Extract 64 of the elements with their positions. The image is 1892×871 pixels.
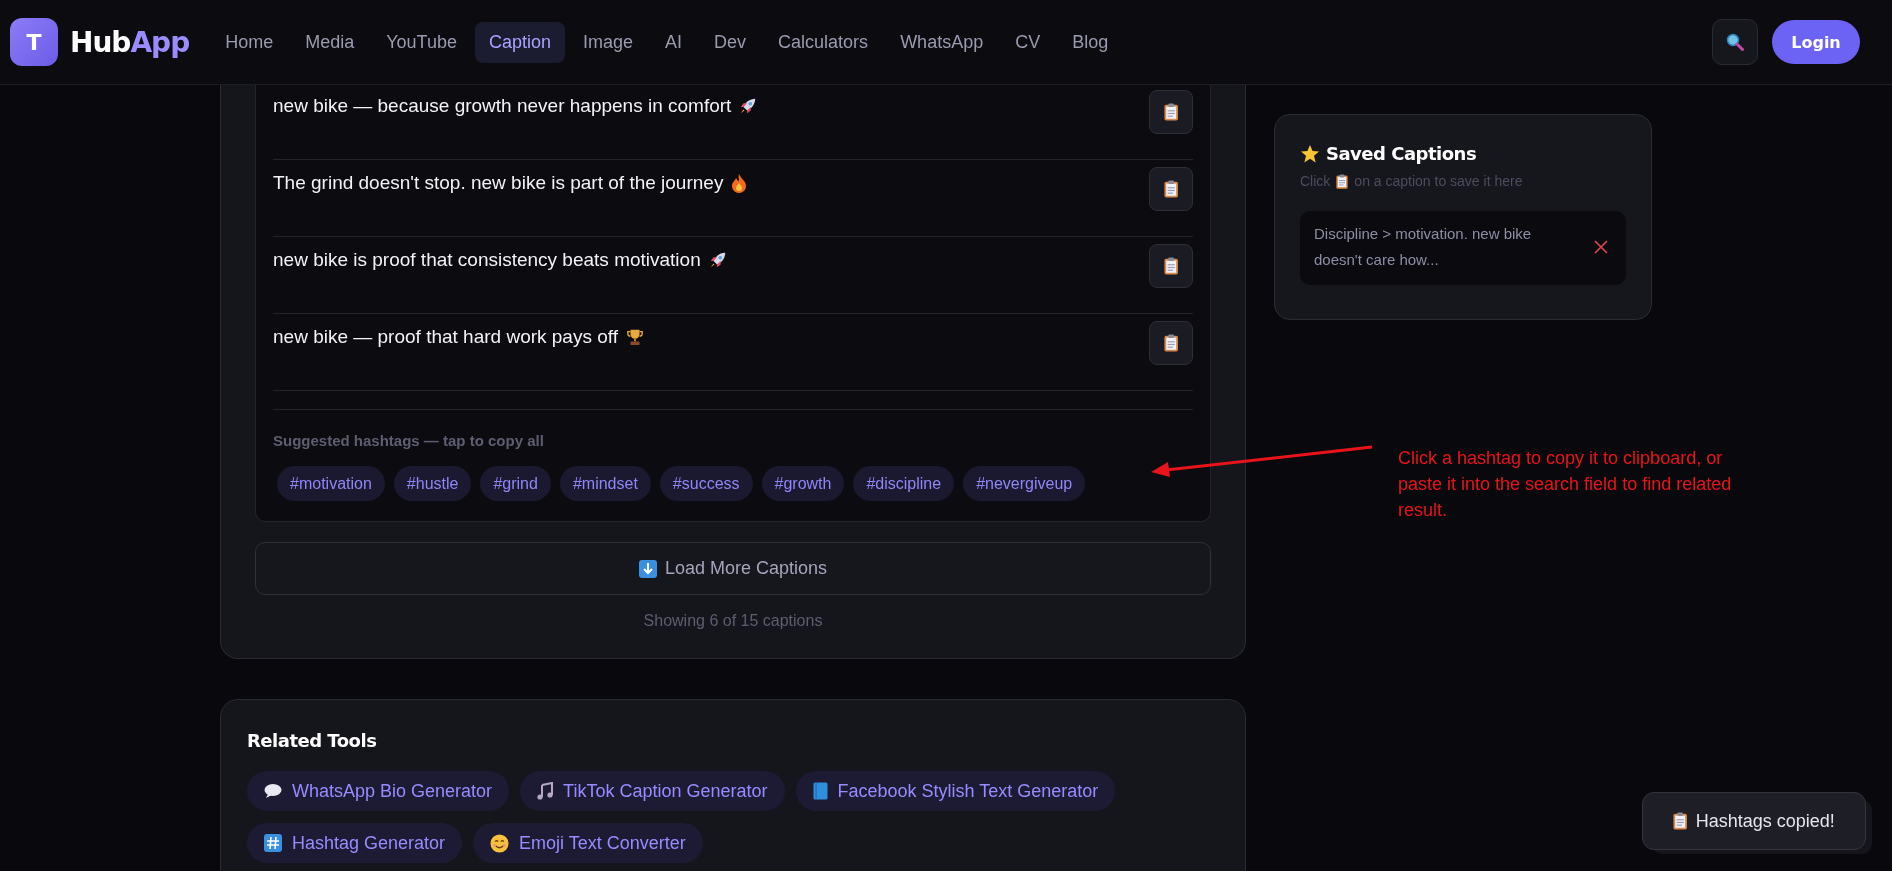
caption-text: The grind doesn't stop. new bike is part of the journey: [273, 167, 748, 194]
hashtags-label: Suggested hashtags — tap to copy all: [273, 432, 545, 449]
hashtag-chip[interactable]: #mindset: [559, 466, 651, 501]
caption-text: new bike — because growth never happens in comfort: [273, 90, 758, 117]
tool-link[interactable]: WhatsApp Bio Generator: [247, 771, 510, 811]
results-count: Showing 6 of 15 captions: [642, 612, 824, 630]
nav-link[interactable]: WhatsApp: [886, 21, 998, 63]
section-title: Related Tools: [247, 730, 378, 751]
nav-link[interactable]: Home: [211, 21, 288, 63]
annotation-text: Click a hashtag to copy it to clipboard, or paste it into the search field to find related result.: [1398, 447, 1733, 522]
tool-link[interactable]: Hashtag Generator: [247, 823, 463, 863]
clipboard-icon: [1336, 173, 1349, 189]
rocket-icon: [708, 251, 727, 269]
copy-button[interactable]: [1149, 167, 1193, 211]
close-icon: [1594, 240, 1608, 254]
hashtag-chip[interactable]: #grind: [480, 466, 551, 501]
rocket-icon: [739, 97, 758, 115]
hashtag-chip[interactable]: #hustle: [393, 466, 472, 501]
speech-bubble-icon: [264, 783, 282, 799]
saved-caption-text: Discipline > motivation. new bike doesn't care how...: [1314, 224, 1533, 270]
clipboard-icon: [1163, 103, 1179, 121]
nav-link[interactable]: YouTube: [372, 21, 471, 63]
panel-title: Saved Captions: [1326, 143, 1477, 164]
trophy-icon: [626, 328, 644, 346]
copy-button[interactable]: [1149, 244, 1193, 288]
smiley-icon: [490, 833, 510, 853]
clipboard-icon: [1163, 180, 1179, 198]
caption-text: new bike is proof that consistency beats motivation: [273, 244, 727, 271]
star-icon: [1300, 143, 1320, 164]
copy-button[interactable]: [1149, 321, 1193, 365]
hashtag-chip[interactable]: #success: [659, 466, 753, 501]
nav-link[interactable]: CV: [1001, 21, 1055, 63]
hint-text: on a caption to save it here: [1354, 173, 1523, 189]
caption-text: new bike — proof that hard work pays off: [273, 321, 644, 348]
nav-link[interactable]: Image: [569, 21, 648, 63]
tool-link[interactable]: Emoji Text Converter: [473, 823, 703, 863]
search-button[interactable]: [1712, 19, 1758, 65]
music-note-icon: [537, 782, 554, 800]
logo-badge[interactable]: T: [10, 18, 58, 66]
hashtag-chip[interactable]: #motivation: [277, 466, 385, 501]
hashtag-chip[interactable]: #discipline: [853, 466, 955, 501]
nav-link[interactable]: Calculators: [764, 21, 883, 63]
hint-text: Click: [1300, 173, 1331, 189]
load-more-button[interactable]: Load More Captions: [255, 542, 1211, 595]
nav-link[interactable]: Media: [291, 21, 369, 63]
login-button[interactable]: Login: [1772, 20, 1860, 64]
nav-link[interactable]: Caption: [474, 21, 565, 63]
clipboard-icon: [1163, 257, 1179, 275]
hash-key-icon: [264, 834, 282, 852]
nav-link[interactable]: Dev: [700, 21, 761, 63]
flame-icon: [731, 173, 748, 193]
brand-name[interactable]: HubApp: [70, 25, 190, 59]
hashtag-chip[interactable]: #nevergiveup: [963, 466, 1086, 501]
book-icon: [812, 782, 828, 800]
nav-link[interactable]: Blog: [1058, 21, 1123, 63]
search-icon: [1725, 32, 1745, 52]
clipboard-icon: [1673, 812, 1688, 830]
tool-link[interactable]: TikTok Caption Generator: [520, 771, 785, 811]
nav-link[interactable]: AI: [651, 21, 697, 63]
toast-message: Hashtags copied!: [1695, 810, 1835, 832]
tool-link[interactable]: Facebook Stylish Text Generator: [795, 771, 1116, 811]
clipboard-icon: [1163, 334, 1179, 352]
hashtag-chip[interactable]: #growth: [761, 466, 845, 501]
copy-button[interactable]: [1149, 90, 1193, 134]
